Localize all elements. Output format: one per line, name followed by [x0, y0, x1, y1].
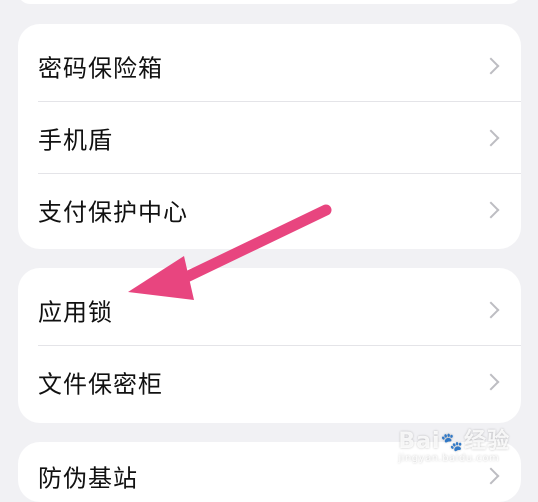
- watermark-brand: Bai🐾经验: [398, 429, 510, 454]
- paw-icon: 🐾: [440, 431, 464, 453]
- settings-item-file-safe[interactable]: 文件保密柜: [18, 346, 521, 418]
- watermark-logo: Bai🐾经验 jingyan.baidu.com: [398, 423, 510, 464]
- settings-group-2: 应用锁 文件保密柜: [18, 268, 521, 423]
- chevron-right-icon: [482, 201, 500, 219]
- settings-card-stub: [18, 0, 521, 4]
- settings-item-label: 密码保险箱: [38, 54, 163, 83]
- settings-item-phone-shield[interactable]: 手机盾: [18, 102, 521, 174]
- chevron-right-icon: [482, 301, 500, 319]
- chevron-right-icon: [482, 129, 500, 147]
- settings-item-label: 应用锁: [38, 298, 113, 327]
- settings-item-payment-protection[interactable]: 支付保护中心: [18, 174, 521, 246]
- watermark-domain: jingyan.baidu.com: [398, 453, 500, 464]
- chevron-right-icon: [482, 373, 500, 391]
- settings-item-label: 手机盾: [38, 126, 113, 155]
- chevron-right-icon: [482, 467, 500, 485]
- settings-item-label: 文件保密柜: [38, 370, 163, 399]
- settings-item-label: 支付保护中心: [38, 198, 188, 227]
- settings-item-app-lock[interactable]: 应用锁: [18, 274, 521, 346]
- settings-item-password-vault[interactable]: 密码保险箱: [18, 30, 521, 102]
- chevron-right-icon: [482, 57, 500, 75]
- settings-group-1: 密码保险箱 手机盾 支付保护中心: [18, 24, 521, 249]
- settings-item-label: 防伪基站: [38, 464, 138, 493]
